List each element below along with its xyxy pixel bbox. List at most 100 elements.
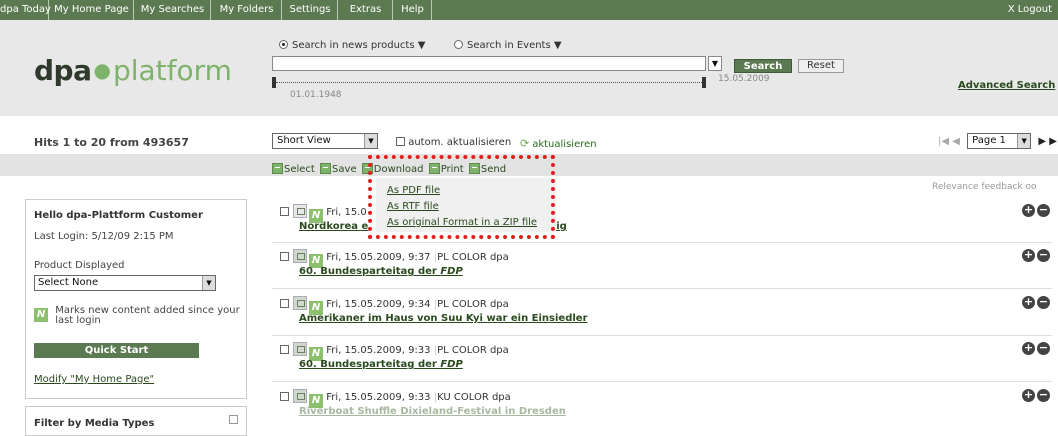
nav-dpa-today[interactable]: dpa Today: [0, 0, 51, 20]
feedback-controls: + −: [1020, 389, 1050, 402]
nav-my-home-page[interactable]: My Home Page: [50, 0, 134, 20]
search-history-dropdown[interactable]: ▼: [708, 56, 722, 71]
row-divider: [272, 335, 1052, 336]
nav-extras[interactable]: Extras: [339, 0, 393, 20]
new-content-legend: N Marks new content added since your las…: [34, 306, 240, 326]
photo-icon: [293, 249, 307, 263]
date-range-slider: [276, 82, 704, 83]
legend-line2: last login: [55, 315, 101, 326]
triangle-down-icon: ▼: [417, 40, 426, 51]
product-select[interactable]: Select None ▼: [34, 275, 216, 291]
triangle-down-icon: ▼: [553, 40, 562, 51]
plus-icon[interactable]: +: [1022, 249, 1035, 262]
logout-link[interactable]: X Logout: [1008, 0, 1052, 19]
logo-dpa: dpa: [34, 54, 92, 87]
collapse-icon[interactable]: [229, 415, 238, 424]
minus-icon[interactable]: −: [1037, 342, 1050, 355]
result-checkbox[interactable]: [280, 345, 289, 354]
row-divider: [272, 242, 1052, 243]
logo-platform: platform: [112, 54, 232, 87]
nav-settings[interactable]: Settings: [283, 0, 338, 20]
highlight-frame: [368, 155, 555, 239]
result-row: N Fri, 15.05.2009, 9:34 |PL COLOR dpa Am…: [280, 296, 1050, 340]
prev-page-icon[interactable]: ◀: [952, 136, 960, 147]
date-to-handle[interactable]: [702, 77, 706, 88]
search-input[interactable]: [272, 56, 706, 71]
first-page-icon[interactable]: |◀: [938, 136, 949, 147]
radio-news-products[interactable]: Search in news products ▼: [279, 40, 425, 51]
date-to: 15.05.2009: [718, 74, 770, 84]
welcome-panel: Hello dpa-Plattform Customer Last Login:…: [25, 199, 247, 399]
reset-button[interactable]: Reset: [798, 59, 844, 73]
auto-refresh-checkbox[interactable]: autom. aktualisieren: [396, 137, 511, 148]
minus-icon[interactable]: −: [1037, 296, 1050, 309]
result-date: Fri, 15.05.2009, 9:33: [326, 345, 431, 356]
result-date: Fri, 15.05.2009, 9:33: [326, 392, 431, 403]
filter-title: Filter by Media Types: [34, 418, 155, 429]
plus-icon[interactable]: +: [1022, 389, 1035, 402]
chevron-down-icon: ▼: [1017, 134, 1031, 148]
nav-my-searches[interactable]: My Searches: [135, 0, 211, 20]
nav-my-folders[interactable]: My Folders: [212, 0, 282, 20]
minus-icon[interactable]: −: [1037, 204, 1050, 217]
radio-unchecked-icon: [454, 40, 463, 49]
radio-news-label: Search in news products: [292, 40, 415, 51]
advanced-search-link[interactable]: Advanced Search: [958, 80, 1055, 91]
last-page-icon[interactable]: ▶|: [1049, 136, 1058, 147]
welcome-title: Hello dpa-Plattform Customer: [34, 210, 203, 221]
logo-dot-icon: ●: [93, 58, 111, 82]
feedback-icon: oo: [1025, 182, 1037, 192]
result-headline[interactable]: 60. Bundesparteitag der FDP: [299, 266, 463, 277]
result-checkbox[interactable]: [280, 392, 289, 401]
refresh-link[interactable]: ⟳ aktualisieren: [520, 137, 597, 150]
result-headline[interactable]: Riverboat Shuffle Dixieland-Festival in …: [299, 406, 566, 417]
photo-icon: [293, 342, 307, 356]
chevron-down-icon: ▼: [202, 276, 215, 290]
quick-start-button[interactable]: Quick Start: [34, 343, 199, 358]
filter-panel: Filter by Media Types: [25, 406, 247, 436]
select-button[interactable]: Select: [284, 164, 315, 175]
result-checkbox[interactable]: [280, 252, 289, 261]
date-from-handle[interactable]: [272, 77, 276, 88]
result-headline[interactable]: Amerikaner im Haus von Suu Kyi war ein E…: [299, 313, 588, 324]
dpa-platform-logo: dpa ●platform: [34, 54, 232, 87]
plus-icon[interactable]: +: [1022, 204, 1035, 217]
product-label: Product Displayed: [34, 260, 125, 271]
page-selected: Page 1: [972, 135, 1006, 146]
page-select[interactable]: Page 1 ▼: [967, 133, 1032, 149]
top-nav: dpa Today My Home Page My Searches My Fo…: [0, 0, 1058, 20]
new-content-icon: N: [34, 308, 48, 322]
row-divider: [272, 288, 1052, 289]
checkbox-icon: [396, 137, 405, 146]
radio-checked-icon: [279, 40, 288, 49]
product-selected: Select None: [38, 277, 99, 288]
last-login: Last Login: 5/12/09 2:15 PM: [34, 231, 174, 242]
result-checkbox[interactable]: [280, 299, 289, 308]
relevance-feedback: Relevance feedback oo: [932, 182, 1037, 192]
auto-refresh-label: autom. aktualisieren: [408, 137, 512, 148]
search-button[interactable]: Search: [734, 59, 792, 73]
plus-icon[interactable]: +: [1022, 296, 1035, 309]
radio-events[interactable]: Search in Events ▼: [454, 40, 562, 51]
plus-icon[interactable]: +: [1022, 342, 1035, 355]
next-page-icon[interactable]: ▶: [1038, 136, 1046, 147]
refresh-icon: ⟳: [520, 137, 530, 150]
date-from: 01.01.1948: [290, 90, 342, 100]
minus-icon[interactable]: −: [1037, 389, 1050, 402]
radio-events-label: Search in Events: [467, 40, 551, 51]
view-select[interactable]: Short View ▼: [272, 133, 378, 149]
select-icon: [272, 163, 283, 174]
save-button[interactable]: Save: [332, 164, 357, 175]
modify-home-link[interactable]: Modify "My Home Page": [34, 374, 154, 385]
relevance-label: Relevance feedback: [932, 182, 1023, 192]
result-headline[interactable]: 60. Bundesparteitag der FDP: [299, 359, 463, 370]
refresh-label[interactable]: aktualisieren: [532, 139, 596, 150]
result-checkbox[interactable]: [280, 207, 289, 216]
feedback-controls: + −: [1020, 204, 1050, 217]
result-source: PL COLOR dpa: [437, 345, 509, 356]
chevron-down-icon: ▼: [364, 134, 377, 148]
save-icon: [320, 163, 332, 174]
minus-icon[interactable]: −: [1037, 249, 1050, 262]
result-row: N Fri, 15.05.2009, 9:33 |PL COLOR dpa 60…: [280, 342, 1050, 386]
nav-help[interactable]: Help: [394, 0, 432, 20]
